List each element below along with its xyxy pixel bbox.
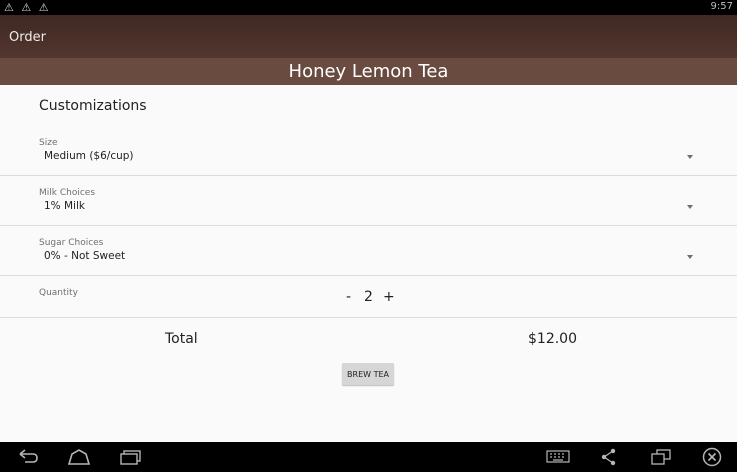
home-icon[interactable] [66,448,92,470]
action-bar: Order [0,15,737,58]
size-label: Size [39,138,58,148]
sugar-value: 0% - Not Sweet [44,250,126,262]
sugar-dropdown[interactable]: Sugar Choices 0% - Not Sweet [0,232,737,274]
chevron-down-icon [687,255,693,259]
quantity-label: Quantity [39,288,78,298]
divider [0,175,737,176]
share-icon[interactable] [600,448,618,470]
app-title: Order [9,30,46,45]
milk-dropdown[interactable]: Milk Choices 1% Milk [0,182,737,224]
status-bar: ⚠ ⚠ ⚠ 9:57 [0,0,737,15]
sugar-label: Sugar Choices [39,238,104,248]
total-label: Total [165,331,198,347]
customization-form: Customizations Size Medium ($6/cup) Milk… [0,85,737,442]
chevron-down-icon [687,205,693,209]
back-icon[interactable] [16,448,40,470]
section-title: Customizations [39,98,147,114]
quantity-value: 2 [364,289,373,305]
milk-value: 1% Milk [44,200,85,212]
navigation-bar [0,442,737,472]
brew-tea-button[interactable]: BREW TEA [342,363,394,385]
product-title: Honey Lemon Tea [0,58,737,85]
close-icon[interactable] [702,447,722,471]
quantity-increment-button[interactable]: + [383,289,395,305]
chevron-down-icon [687,155,693,159]
warning-notification-icons: ⚠ ⚠ ⚠ [4,1,51,14]
size-dropdown[interactable]: Size Medium ($6/cup) [0,132,737,174]
keyboard-icon[interactable] [546,448,570,470]
divider [0,317,737,318]
quantity-decrement-button[interactable]: - [346,289,351,305]
milk-label: Milk Choices [39,188,96,198]
window-icon[interactable] [650,448,672,470]
divider [0,275,737,276]
total-value: $12.00 [528,331,577,347]
recent-apps-icon[interactable] [118,448,144,470]
status-time: 9:57 [710,1,733,12]
quantity-stepper: Quantity - 2 + [0,282,737,316]
size-value: Medium ($6/cup) [44,150,134,162]
divider [0,225,737,226]
